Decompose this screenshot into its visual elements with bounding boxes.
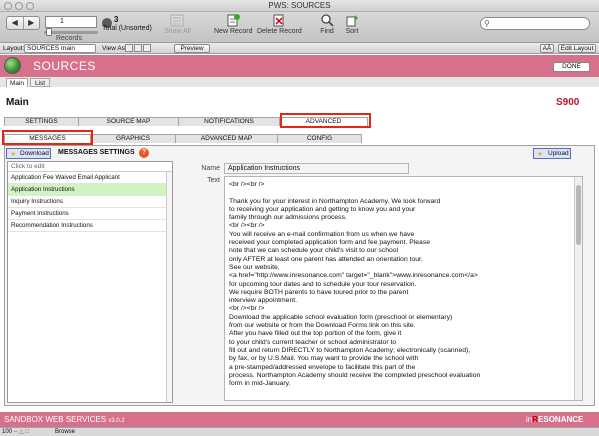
view-tabs: Main List: [0, 77, 599, 87]
message-text-area[interactable]: <br /><br /> Thank you for your interest…: [224, 176, 583, 401]
tab-list[interactable]: List: [30, 78, 50, 87]
upload-button[interactable]: ★ Upload: [533, 148, 571, 159]
delete-record-button[interactable]: Delete Record: [257, 14, 302, 35]
current-record-field[interactable]: 1: [45, 16, 97, 28]
mode-label: Browse: [55, 429, 76, 435]
tab-settings[interactable]: SETTINGS: [4, 117, 79, 126]
section-title: Main: [6, 97, 29, 108]
next-record-icon[interactable]: ▶: [24, 17, 40, 29]
new-record-icon: [227, 14, 241, 27]
upload-label: Upload: [548, 150, 569, 157]
show-all-icon: [170, 14, 184, 27]
delete-record-label: Delete Record: [257, 28, 302, 35]
star-icon: ★: [537, 151, 544, 158]
list-item[interactable]: Application Fee Waived Email Applicant: [8, 172, 172, 184]
edit-layout-button[interactable]: Edit Layout: [558, 44, 596, 53]
layout-bar: Layout: SOURCES main View As: Preview AÂ…: [0, 43, 599, 54]
window-titlebar: PWS: SOURCES: [0, 0, 599, 12]
text-scrollbar[interactable]: [574, 177, 582, 400]
page-title: SOURCES: [33, 59, 96, 73]
zoom-level[interactable]: 100: [2, 428, 12, 436]
tab-config[interactable]: CONFIG: [277, 134, 362, 143]
footer-brand-name: SANDBOX WEB SERVICES: [4, 415, 107, 424]
text-label: Text: [207, 177, 220, 184]
page-header: SOURCES DONE: [0, 55, 599, 77]
window-title: PWS: SOURCES: [268, 1, 331, 10]
sort-label: Sort: [345, 28, 359, 35]
quick-find-input[interactable]: ⚲: [480, 17, 590, 30]
messages-toolbar: ★ Download MESSAGES SETTINGS ?: [6, 148, 174, 159]
sort-icon: [346, 15, 358, 27]
footer-brand: SANDBOX WEB SERVICES v3.0.2: [4, 415, 125, 424]
previous-record-icon[interactable]: ◀: [7, 17, 24, 29]
tab-source-map[interactable]: SOURCE MAP: [78, 117, 179, 126]
find-icon: [321, 14, 334, 27]
new-record-button[interactable]: New Record: [214, 14, 253, 35]
tab-notifications[interactable]: NOTIFICATIONS: [178, 117, 280, 126]
list-item-selected[interactable]: Application Instructions: [8, 184, 172, 196]
view-table-icon[interactable]: [143, 44, 151, 52]
sort-button[interactable]: Sort: [345, 14, 359, 35]
name-label: Name: [201, 165, 220, 172]
messages-highlight: [2, 130, 93, 145]
records-label: Records: [56, 35, 83, 42]
find-button[interactable]: Find: [320, 14, 334, 35]
record-slider[interactable]: [44, 31, 98, 34]
download-label: Download: [20, 150, 49, 157]
name-field[interactable]: Application Instructions: [224, 163, 409, 174]
list-scrollbar[interactable]: [166, 172, 172, 402]
globe-icon: [4, 57, 21, 74]
footer-logo: inRESONANCE: [526, 415, 583, 424]
show-all-button[interactable]: Show All: [164, 14, 191, 35]
show-all-label: Show All: [164, 28, 191, 35]
layout-select[interactable]: SOURCES main: [24, 44, 96, 53]
help-icon[interactable]: ?: [139, 148, 149, 158]
total-count: 3: [114, 15, 119, 24]
record-slider-handle[interactable]: [46, 28, 52, 36]
footer-version: v3.0.2: [108, 418, 125, 424]
delete-record-icon: [273, 14, 284, 27]
footer-bar: SANDBOX WEB SERVICES v3.0.2 inRESONANCE: [0, 412, 599, 427]
layout-select-value: SOURCES main: [27, 45, 76, 52]
download-button[interactable]: ★ Download: [6, 148, 51, 159]
view-list-icon[interactable]: [134, 44, 142, 52]
status-bar: 100 – △ □ Browse: [0, 427, 599, 436]
tab-graphics[interactable]: GRAPHICS: [90, 134, 176, 143]
list-item[interactable]: Payment Instructions: [8, 208, 172, 220]
record-nav: ◀ ▶: [6, 16, 40, 30]
close-window-button[interactable]: [4, 2, 12, 10]
font-size-button[interactable]: AÂ: [540, 44, 554, 53]
view-as-label: View As:: [102, 45, 127, 52]
star-icon: ★: [10, 151, 17, 158]
zoom-controls-icon[interactable]: – △ □: [14, 428, 29, 436]
total-label: Total (Unsorted): [102, 25, 152, 32]
new-record-label: New Record: [214, 28, 253, 35]
messages-settings-label: MESSAGES SETTINGS: [58, 149, 135, 156]
advanced-highlight: [280, 113, 371, 128]
messages-list: Click to edit Application Fee Waived Ema…: [7, 161, 173, 403]
list-header: Click to edit: [8, 162, 172, 172]
preview-button[interactable]: Preview: [174, 44, 210, 53]
find-label: Find: [320, 28, 334, 35]
layout-label: Layout:: [3, 45, 25, 52]
view-form-icon[interactable]: [125, 44, 133, 52]
price-label: S900: [556, 97, 580, 108]
tab-main[interactable]: Main: [6, 78, 28, 87]
minimize-window-button[interactable]: [15, 2, 23, 10]
done-button[interactable]: DONE: [553, 62, 590, 72]
search-icon: ⚲: [484, 19, 490, 28]
message-text: <br /><br /> Thank you for your interest…: [229, 181, 481, 388]
list-item[interactable]: Inquiry Instructions: [8, 196, 172, 208]
tab-advanced-map[interactable]: ADVANCED MAP: [175, 134, 278, 143]
zoom-window-button[interactable]: [26, 2, 34, 10]
text-scrollbar-thumb[interactable]: [576, 185, 581, 245]
footer-logo-rest: ESONANCE: [538, 415, 584, 424]
list-item[interactable]: Recommendation Instructions: [8, 220, 172, 232]
toolbar: ◀ ▶ 1 3 Total (Unsorted) Records Show Al…: [0, 12, 599, 43]
